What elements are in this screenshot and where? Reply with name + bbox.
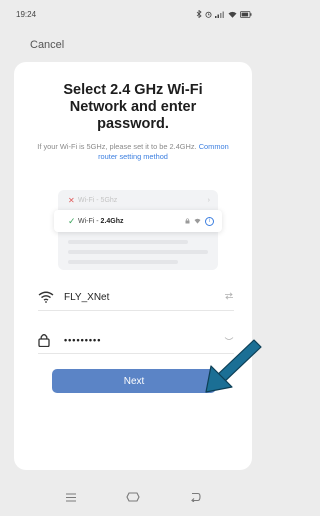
alarm-icon	[205, 11, 212, 18]
home-icon[interactable]	[123, 487, 143, 507]
status-bar: 19:24	[0, 0, 266, 28]
bluetooth-icon	[196, 10, 202, 18]
wifi-icon	[38, 291, 58, 303]
illustration-row-24g: ✓ Wi-Fi - 2.4Ghz i	[54, 210, 222, 232]
lock-icon	[185, 218, 190, 224]
placeholder-line	[68, 240, 188, 244]
pointer-arrow-icon	[205, 339, 262, 393]
system-nav-bar	[0, 478, 266, 516]
swap-icon[interactable]	[224, 292, 234, 302]
placeholder-line	[68, 260, 178, 264]
check-icon: ✓	[68, 215, 76, 226]
battery-icon	[240, 10, 252, 18]
cancel-button[interactable]: Cancel	[30, 39, 64, 51]
chevron-right-icon: ›	[207, 196, 210, 204]
note-text: If your Wi-Fi is 5GHz, please set it to …	[37, 142, 197, 151]
frequency-note: If your Wi-Fi is 5GHz, please set it to …	[32, 142, 234, 162]
menu-icon[interactable]	[61, 487, 81, 507]
status-time: 19:24	[16, 9, 37, 19]
info-icon: i	[205, 216, 214, 226]
illustration-ssid-24g: Wi-Fi - 2.4Ghz	[78, 217, 124, 225]
page-title: Select 2.4 GHz Wi-Fi Network and enter p…	[63, 82, 203, 132]
cross-icon: ✕	[68, 195, 75, 205]
wifi-band-illustration: ✕ Wi-Fi - 5Ghz › ✓ Wi-Fi - 2.4Ghz i	[54, 190, 222, 270]
illustration-row-icons: i	[185, 216, 214, 226]
wifi-icon	[194, 218, 201, 224]
signal-icon	[215, 11, 224, 18]
wifi-icon	[228, 11, 237, 18]
illustration-ssid-5g: Wi-Fi - 5Ghz	[78, 196, 118, 204]
wifi-name-value[interactable]: FLY_XNet	[64, 292, 224, 303]
content-card: Select 2.4 GHz Wi-Fi Network and enter p…	[14, 62, 252, 470]
wifi-name-field[interactable]: FLY_XNet	[38, 284, 234, 311]
next-button[interactable]: Next	[52, 369, 216, 393]
back-icon[interactable]	[185, 487, 205, 507]
lock-icon	[38, 333, 58, 347]
status-icons	[196, 10, 252, 18]
illustration-row-5g: ✕ Wi-Fi - 5Ghz ›	[58, 193, 218, 207]
placeholder-line	[68, 250, 208, 254]
